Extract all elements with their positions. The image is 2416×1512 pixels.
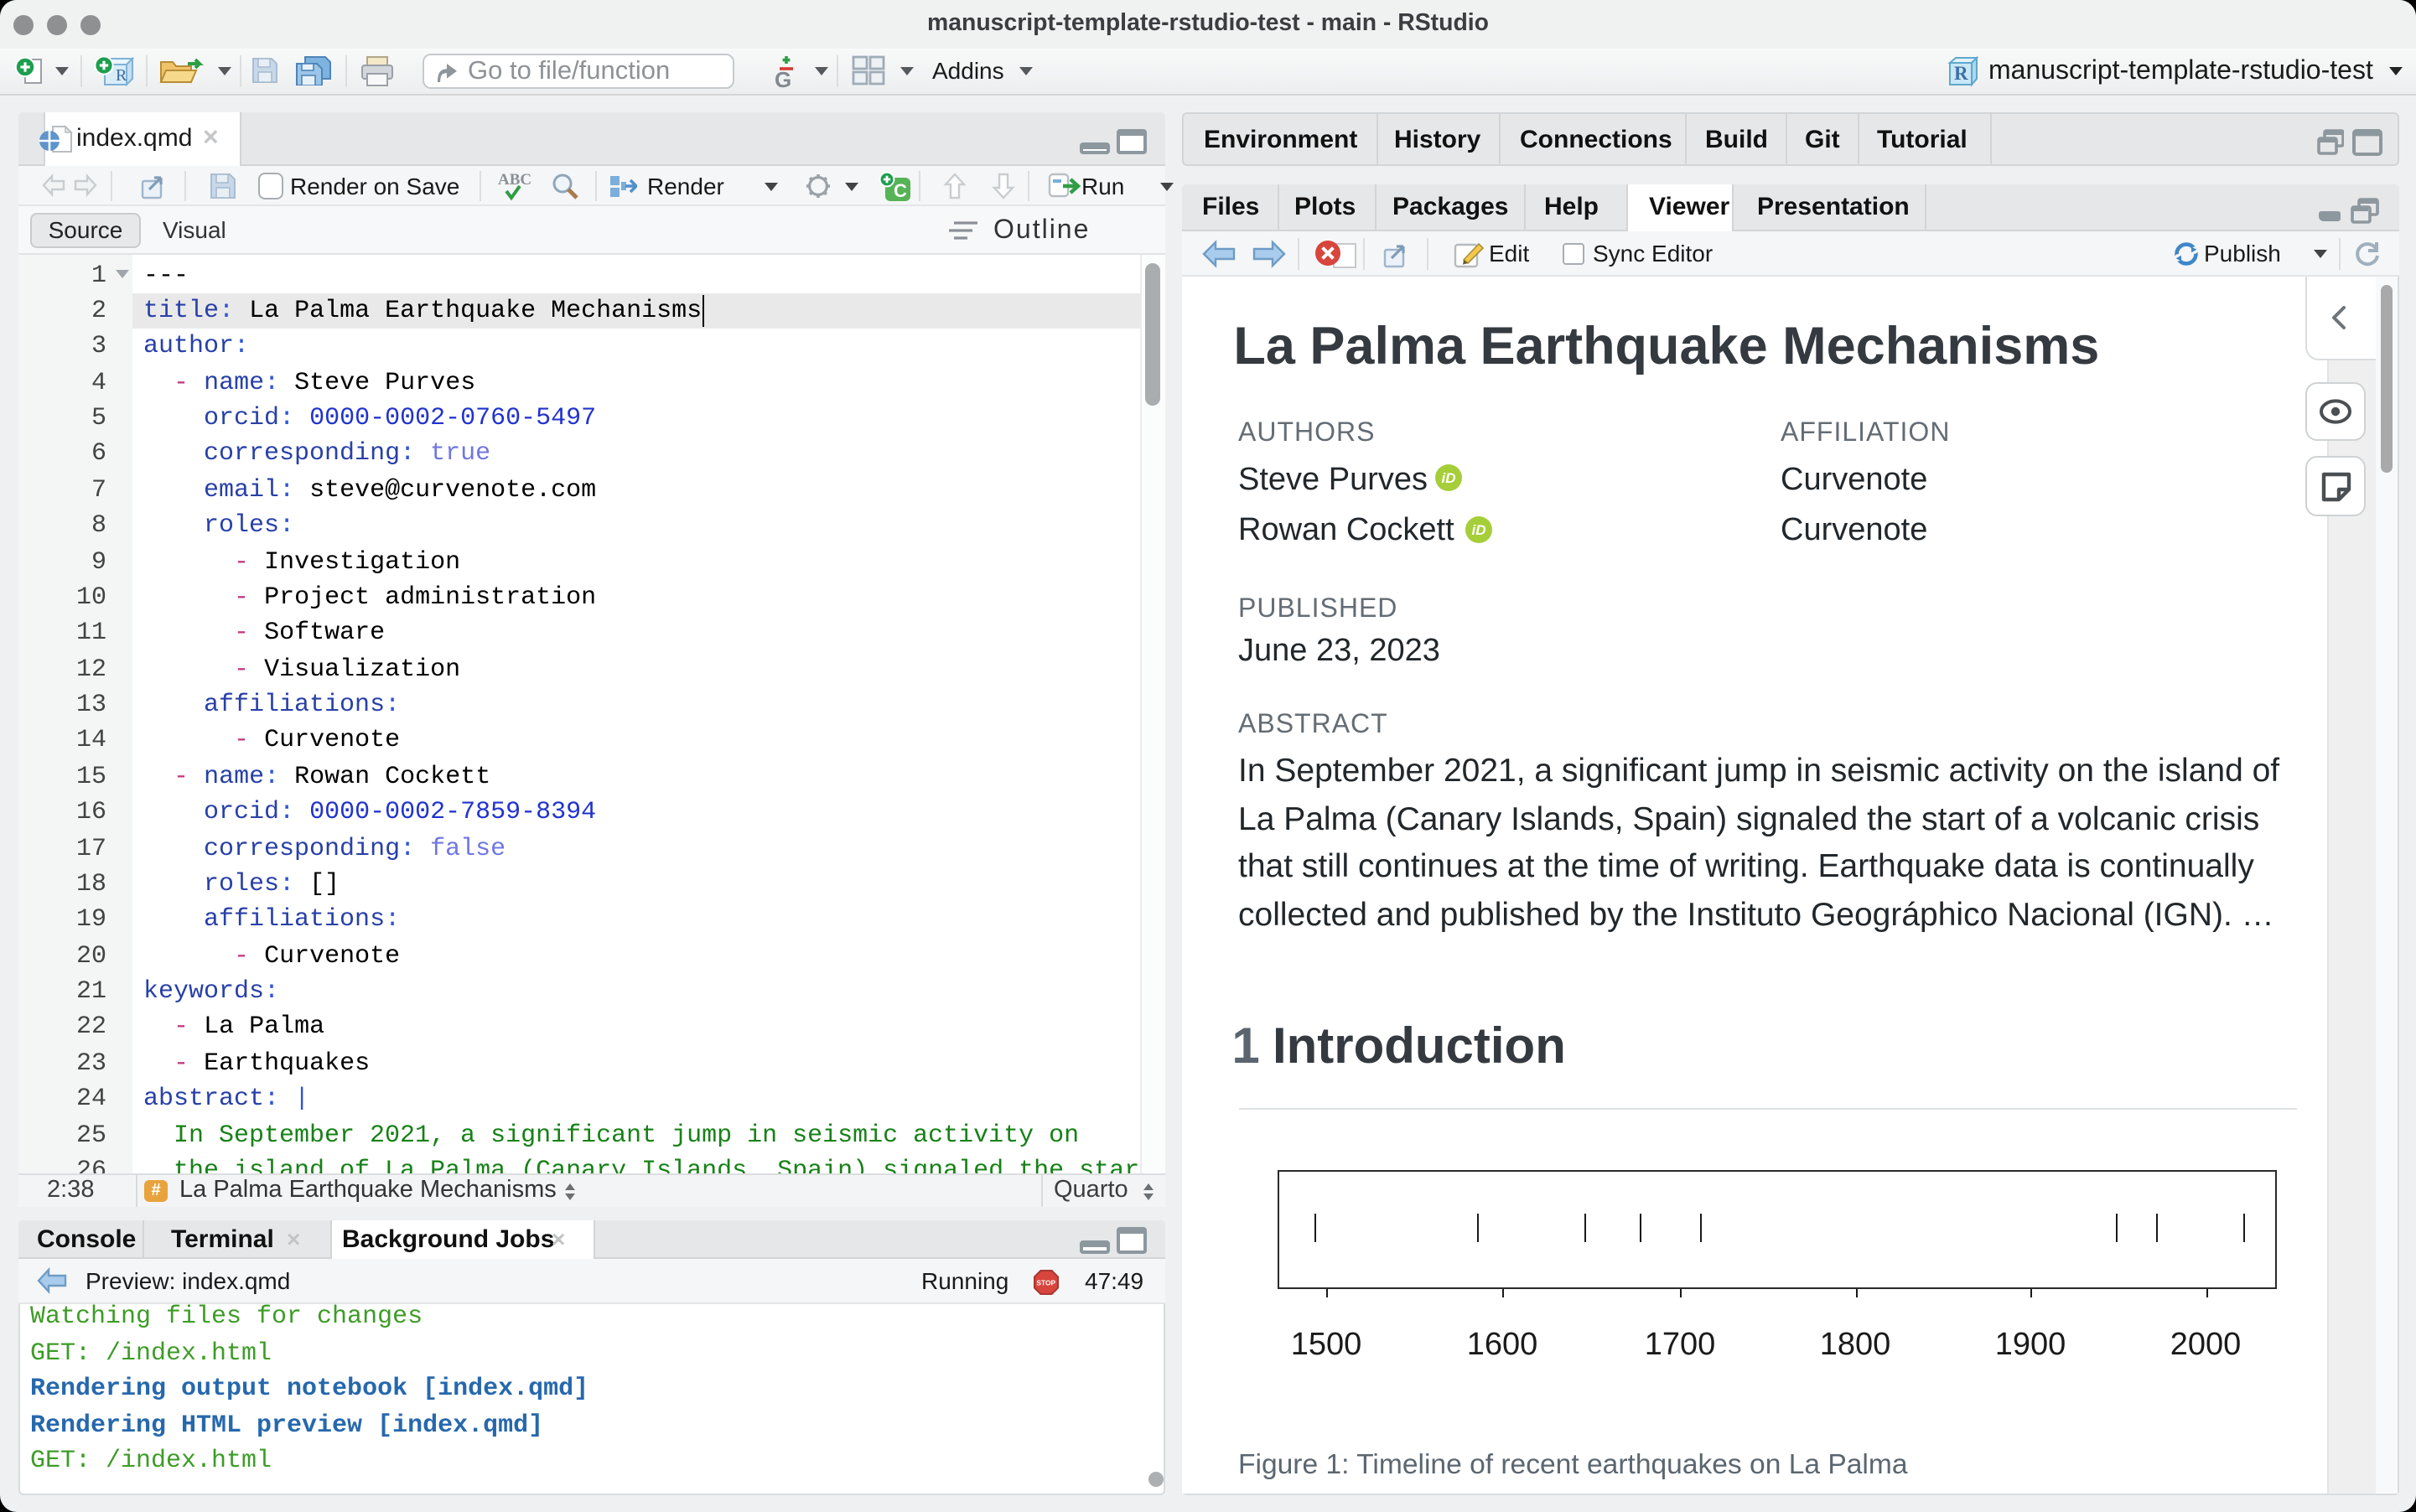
svg-text:G: G [775,67,791,89]
svg-text:C: C [894,179,907,200]
svg-text:R: R [1954,62,1968,83]
svg-text:R: R [116,65,127,84]
svg-text:STOP: STOP [1035,1279,1055,1287]
svg-text:ABC: ABC [498,171,531,189]
